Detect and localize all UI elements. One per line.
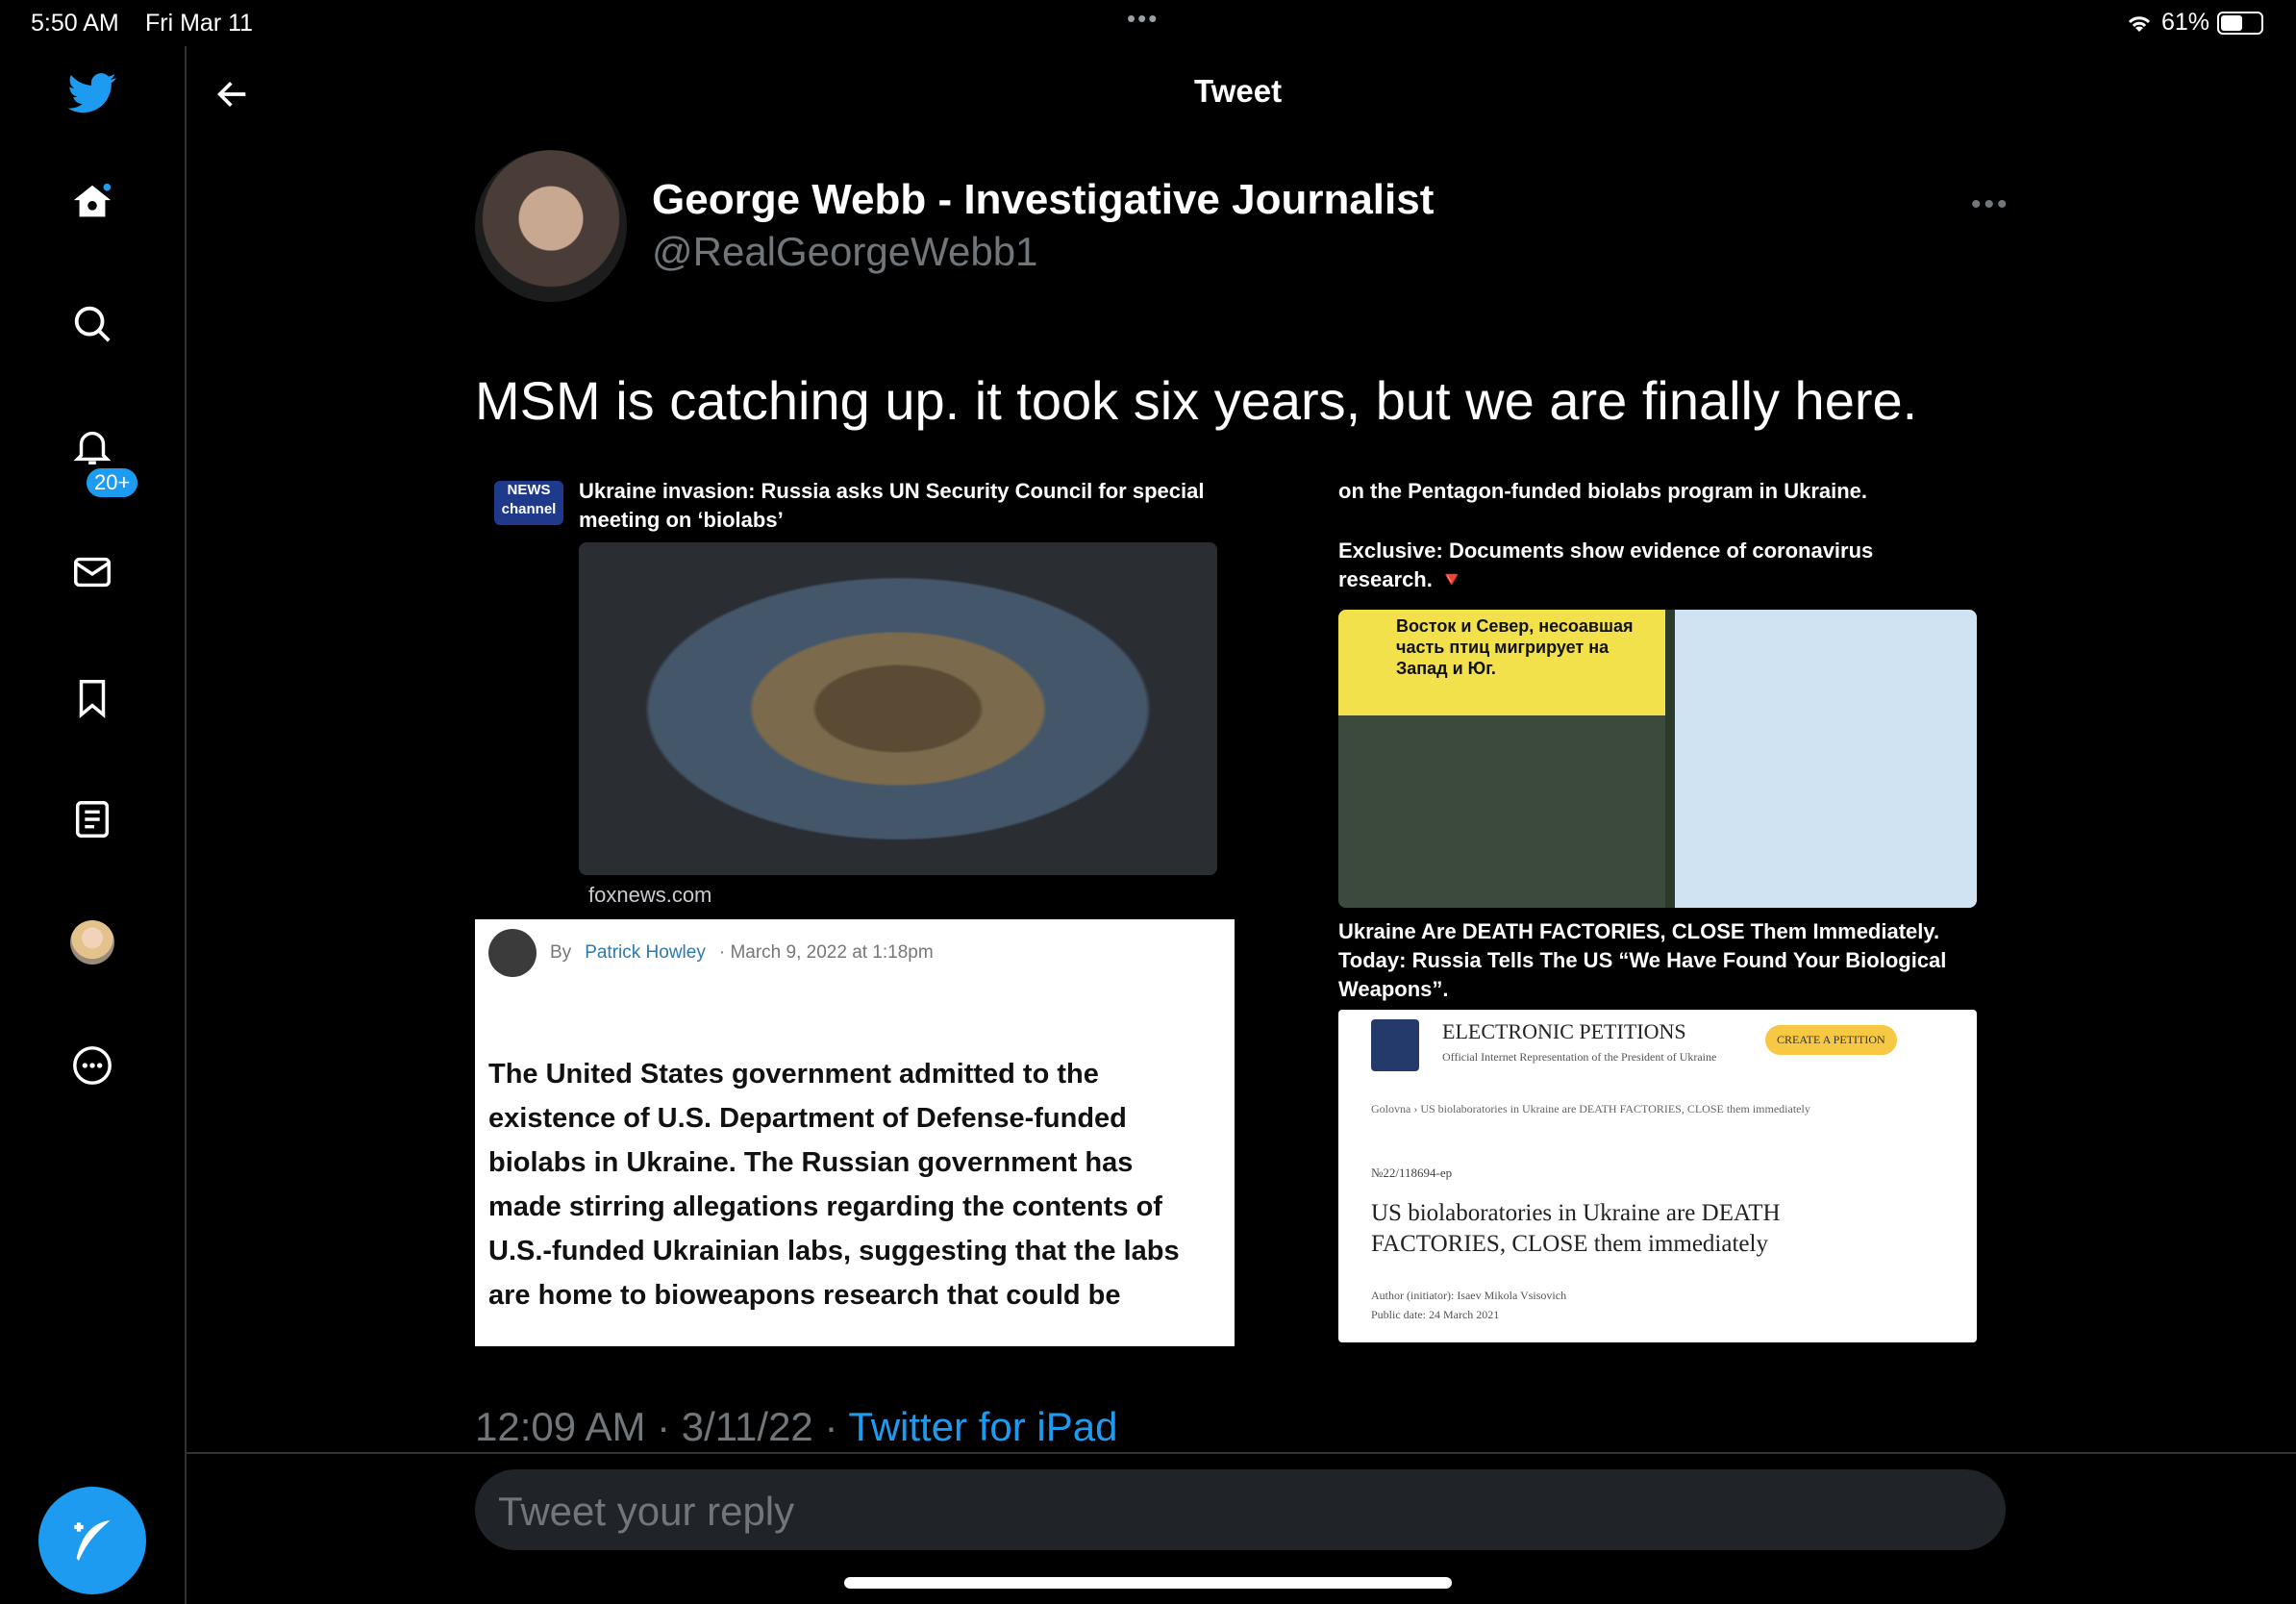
petition-site-title: ELECTRONIC PETITIONS bbox=[1442, 1019, 1686, 1043]
tweet-more-icon[interactable]: ••• bbox=[1971, 188, 2010, 221]
divider bbox=[187, 1452, 2296, 1454]
petition-screenshot: ELECTRONIC PETITIONS Official Internet R… bbox=[1338, 1010, 1977, 1342]
petition-heading: US biolaboratories in Ukraine are DEATH … bbox=[1371, 1200, 1781, 1257]
reply-placeholder: Tweet your reply bbox=[498, 1489, 795, 1534]
page-title: Tweet bbox=[1194, 73, 1283, 109]
multitasking-dots-icon[interactable]: ••• bbox=[1127, 4, 1159, 34]
russian-briefing-photo: Восток и Север, несоавшая часть птиц миг… bbox=[1338, 610, 1977, 908]
compose-tweet-icon bbox=[74, 1520, 111, 1561]
compose-tweet-button[interactable] bbox=[38, 1487, 146, 1594]
media-image-1[interactable]: NEWS channel Ukraine invasion: Russia as… bbox=[475, 475, 1231, 919]
author-name[interactable]: George Webb - Investigative Journalist bbox=[652, 176, 1434, 224]
sidebar: 20+ bbox=[0, 46, 187, 1604]
media-image-2[interactable]: on the Pentagon-funded biolabs program i… bbox=[1235, 475, 1988, 919]
battery-percent: 61% bbox=[2160, 9, 2209, 36]
more-options-icon[interactable] bbox=[63, 1037, 121, 1094]
byline-date: · March 9, 2022 at 1:18pm bbox=[718, 942, 934, 963]
status-date: Fri Mar 11 bbox=[145, 10, 254, 37]
status-bar: 5:50 AM Fri Mar 11 ••• 61% bbox=[0, 0, 2296, 46]
tweet-media-grid[interactable]: NEWS channel Ukraine invasion: Russia as… bbox=[475, 475, 1988, 1346]
petition-number: №22/118694-ep bbox=[1371, 1165, 1453, 1180]
media-1-headline: Ukraine invasion: Russia asks UN Securit… bbox=[579, 479, 1205, 532]
media-image-4[interactable]: Ukraine Are DEATH FACTORIES, CLOSE Them … bbox=[1235, 919, 1988, 1346]
tweet-timestamp: 12:09 AM · 3/11/22 · bbox=[475, 1404, 849, 1449]
search-icon[interactable] bbox=[63, 295, 121, 353]
lists-icon[interactable] bbox=[63, 790, 121, 848]
petition-breadcrumb: Golovna › US biolaboratories in Ukraine … bbox=[1371, 1102, 1810, 1115]
briefing-caption: Восток и Север, несоавшая часть птиц миг… bbox=[1396, 616, 1634, 678]
twitter-logo-icon[interactable] bbox=[63, 65, 121, 123]
petition-site-subtitle: Official Internet Representation of the … bbox=[1442, 1050, 1717, 1064]
status-time: 5:50 AM bbox=[31, 10, 119, 37]
petition-author: Author (initiator): Isaev Mikola Vsisovi… bbox=[1371, 1289, 1567, 1302]
messages-icon[interactable] bbox=[63, 543, 121, 601]
arrow-left-icon bbox=[217, 82, 246, 107]
notification-badge: 20+ bbox=[85, 466, 140, 499]
tweet-client-link[interactable]: Twitter for iPad bbox=[848, 1404, 1117, 1449]
author-avatar[interactable] bbox=[475, 150, 627, 302]
article-text: The United States government admitted to… bbox=[488, 1059, 1180, 1311]
home-icon[interactable] bbox=[63, 173, 121, 231]
news-channel-logo: NEWS channel bbox=[494, 481, 563, 525]
media-2-line1: on the Pentagon-funded biolabs program i… bbox=[1338, 479, 1868, 503]
petition-date: Public date: 24 March 2021 bbox=[1371, 1308, 1500, 1321]
ukraine-crest-icon bbox=[1371, 1019, 1419, 1071]
bookmarks-icon[interactable] bbox=[63, 669, 121, 727]
tweet-text: MSM is catching up. it took six years, b… bbox=[475, 370, 1918, 431]
reply-input[interactable]: Tweet your reply bbox=[475, 1469, 2006, 1550]
author-photo bbox=[488, 929, 537, 977]
media-4-text: Ukraine Are DEATH FACTORIES, CLOSE Them … bbox=[1338, 919, 1947, 1001]
media-1-source: foxnews.com bbox=[588, 883, 712, 907]
home-indicator[interactable] bbox=[844, 1577, 1452, 1589]
byline-author: Patrick Howley bbox=[585, 942, 706, 963]
un-security-council-photo bbox=[579, 542, 1217, 875]
media-2-line2: Exclusive: Documents show evidence of co… bbox=[1338, 539, 1874, 591]
author-handle[interactable]: @RealGeorgeWebb1 bbox=[652, 229, 1037, 275]
create-petition-button: CREATE A PETITION bbox=[1765, 1025, 1897, 1055]
wifi-icon bbox=[2128, 15, 2151, 32]
media-image-3[interactable]: By Patrick Howley · March 9, 2022 at 1:1… bbox=[475, 919, 1235, 1346]
article-byline: By Patrick Howley · March 9, 2022 at 1:1… bbox=[488, 929, 934, 977]
tweet-meta: 12:09 AM · 3/11/22 · Twitter for iPad bbox=[475, 1404, 1117, 1450]
byline-by: By bbox=[550, 942, 572, 963]
profile-avatar[interactable] bbox=[63, 914, 121, 971]
battery-icon bbox=[2217, 11, 2263, 35]
back-button[interactable] bbox=[213, 75, 252, 118]
status-right: 61% bbox=[2125, 9, 2263, 37]
